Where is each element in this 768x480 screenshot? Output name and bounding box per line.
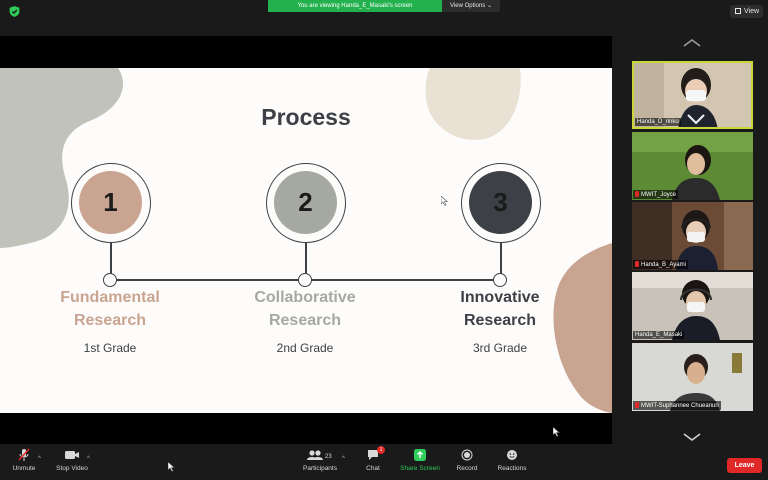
record-icon: [461, 449, 473, 461]
video-camera-icon: [65, 451, 79, 459]
chevron-down-icon: ⌄: [486, 3, 492, 9]
smiley-reaction-icon: [507, 450, 517, 460]
leave-button[interactable]: Leave: [727, 458, 762, 473]
reactions-button[interactable]: Reactions: [482, 448, 542, 472]
participant-tile[interactable]: MWIT_Joyce: [632, 132, 753, 200]
participant-name: MWIT_Joyce: [633, 190, 679, 199]
muted-microphone-icon: [18, 448, 30, 461]
share-screen-arrow-icon: [414, 449, 426, 461]
step-3-label: Innovative Research: [415, 286, 585, 332]
security-shield-icon[interactable]: [8, 5, 21, 18]
reactions-label: Reactions: [497, 465, 527, 472]
participant-tile[interactable]: Handa_E_Masaki: [632, 272, 753, 340]
stop-video-button[interactable]: Stop Video: [42, 448, 102, 472]
step-2-label-line2: Research: [268, 312, 342, 329]
record-label: Record: [456, 465, 478, 472]
participant-tile[interactable]: Handa_B_Ayami: [632, 202, 753, 270]
top-bar: You are viewing Handa_E_Masaki's screen …: [0, 0, 768, 36]
participant-name-text: MWIT_Joyce: [641, 192, 677, 198]
step-3-ring: 3: [461, 163, 541, 243]
gallery-scroll-up-icon[interactable]: [682, 38, 702, 48]
grid-view-icon: [735, 8, 741, 14]
participant-name: Handa_D_rinko: [635, 118, 681, 126]
view-button-label: View: [744, 8, 760, 15]
participant-video: [632, 272, 753, 340]
step-3-label-line2: Research: [463, 312, 537, 329]
participant-name-text: Handa_D_rinko: [637, 119, 679, 125]
muted-mic-icon: [635, 191, 639, 197]
view-button[interactable]: View: [730, 5, 763, 18]
share-screen-label: Share Screen: [400, 465, 440, 472]
muted-mic-icon: [635, 261, 639, 267]
step-3-label-line1: Innovative: [460, 289, 540, 306]
participant-tile[interactable]: MWIT-Suphannee Chueanun: [632, 343, 753, 411]
step-3-stem: [500, 243, 502, 274]
step-2-grade: 2nd Grade: [276, 341, 334, 355]
participants-button[interactable]: 23 Participants: [290, 448, 350, 472]
video-options-caret-icon[interactable]: ^: [87, 456, 90, 462]
participant-name: Handa_E_Masaki: [633, 331, 685, 339]
step-3-node: [493, 273, 507, 287]
view-options-button[interactable]: View Options ⌄: [442, 0, 500, 12]
step-2-label: Collaborative Research: [220, 286, 390, 332]
step-3-disc: 3: [469, 171, 532, 234]
participant-name-text: Handa_E_Masaki: [635, 332, 683, 338]
step-1-grade: 1st Grade: [83, 341, 137, 355]
gallery-scroll-down-icon[interactable]: [682, 432, 702, 442]
step-2-ring: 2: [266, 163, 346, 243]
stop-video-label: Stop Video: [56, 465, 88, 472]
mouse-cursor-icon: [441, 196, 448, 206]
muted-mic-icon: [635, 402, 639, 408]
step-1-stem: [110, 243, 112, 274]
slide-title: Process: [261, 104, 351, 130]
step-1-node: [103, 273, 117, 287]
mouse-cursor-icon: [553, 427, 560, 437]
participants-label: Participants: [303, 465, 337, 472]
step-2-node: [298, 273, 312, 287]
participants-count: 23: [325, 454, 332, 460]
zoom-window: You are viewing Handa_E_Masaki's screen …: [0, 0, 768, 480]
audio-options-caret-icon[interactable]: ^: [38, 456, 41, 462]
step-3-grade: 3rd Grade: [472, 341, 528, 355]
shared-screen: Process 1 Fundamental Research 1st Grade…: [0, 36, 612, 444]
step-2-disc: 2: [274, 171, 337, 234]
chat-label: Chat: [366, 465, 380, 472]
presentation-slide: Process 1 Fundamental Research 1st Grade…: [0, 68, 612, 413]
step-1-label-line1: Fundamental: [60, 289, 160, 306]
step-2-stem: [305, 243, 307, 274]
step-1-disc: 1: [79, 171, 142, 234]
participants-icon: 23: [307, 450, 332, 460]
video-gallery: Handa_D_rinko MWIT_Joyce Handa_B_Ayami H…: [612, 36, 768, 444]
chat-unread-badge: 1: [377, 446, 385, 454]
participant-tile[interactable]: Handa_D_rinko: [632, 61, 753, 129]
viewing-screen-banner: You are viewing Handa_E_Masaki's screen: [268, 0, 442, 12]
participant-name-text: MWIT-Suphannee Chueanun: [641, 403, 719, 409]
unmute-label: Unmute: [12, 465, 36, 472]
step-2-label-line1: Collaborative: [254, 289, 356, 306]
step-1-label: Fundamental Research: [25, 286, 195, 332]
step-1-label-line2: Research: [73, 312, 147, 329]
participant-name: Handa_B_Ayami: [633, 260, 688, 269]
view-options-label: View Options: [450, 3, 486, 9]
participant-name: MWIT-Suphannee Chueanun: [633, 401, 721, 410]
step-1-ring: 1: [71, 163, 151, 243]
mouse-cursor-icon: [168, 462, 175, 472]
participant-name-text: Handa_B_Ayami: [641, 262, 686, 268]
participants-icon-wrap: 23: [290, 448, 350, 462]
meeting-toolbar: Unmute ^ Stop Video ^ 23 Participants ^: [0, 444, 768, 480]
